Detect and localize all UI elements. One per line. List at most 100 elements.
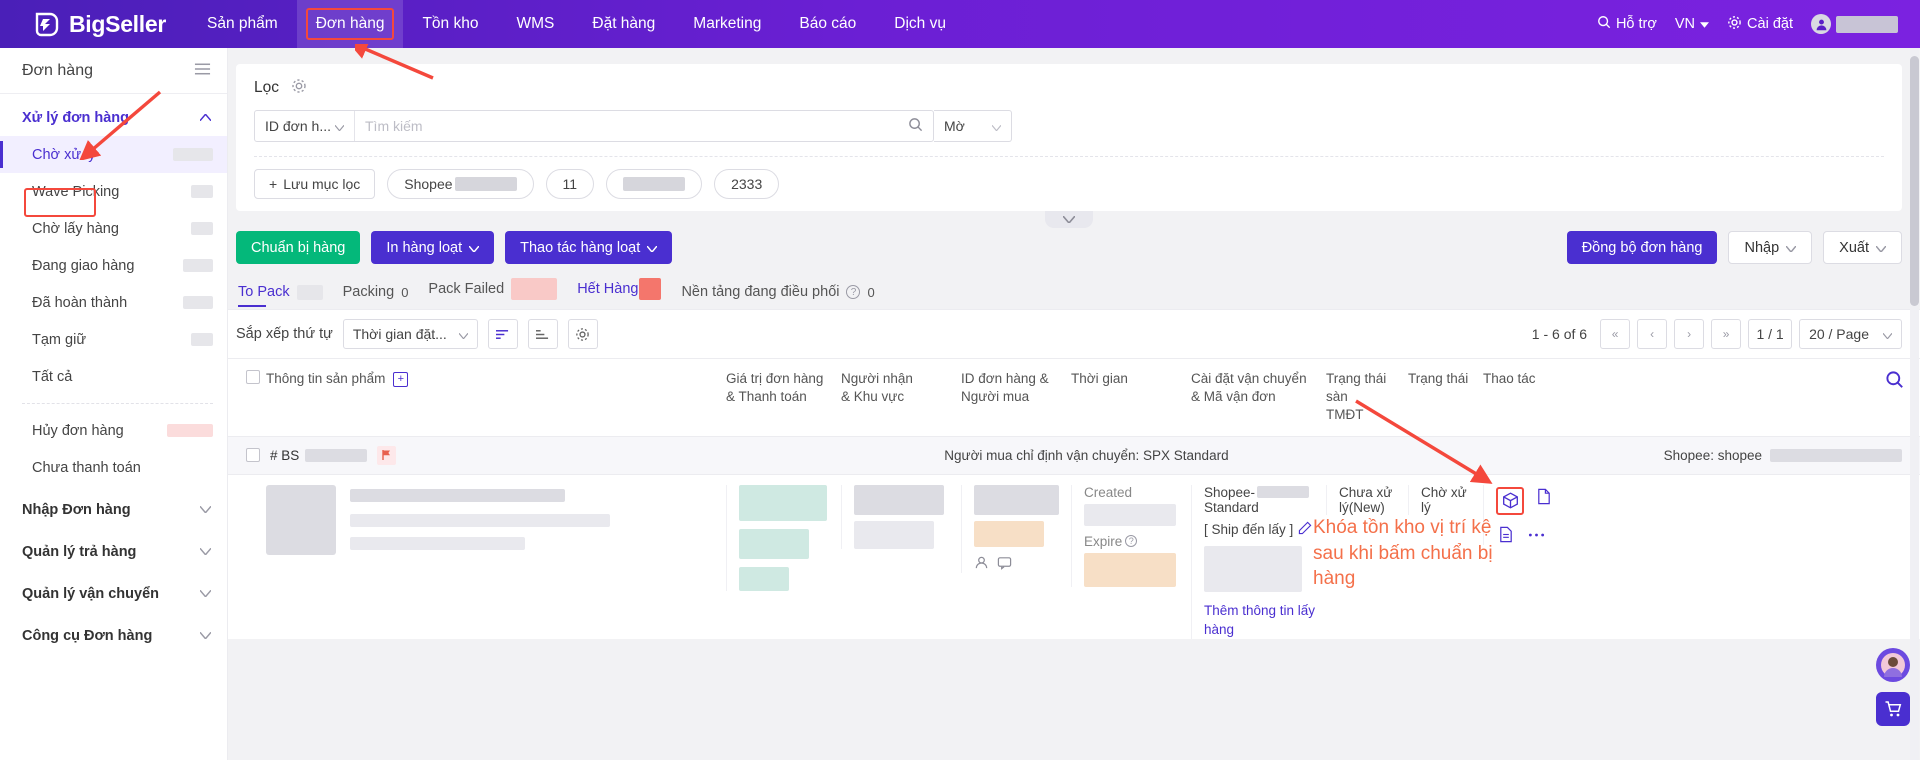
column-label-line1: ID đơn hàng & bbox=[961, 371, 1049, 386]
bulk-print-button[interactable]: In hàng loạt bbox=[371, 231, 495, 264]
tab-packing[interactable]: Packing 0 bbox=[341, 284, 427, 309]
nav-item-services[interactable]: Dịch vụ bbox=[875, 0, 965, 48]
filter-chip-shopee[interactable]: Shopee bbox=[387, 169, 534, 199]
tab-to-pack[interactable]: To Pack bbox=[236, 284, 341, 309]
row-checkbox[interactable] bbox=[246, 448, 260, 463]
status-badge: Chờ xử lý bbox=[1421, 484, 1467, 515]
buyer-profile-icon[interactable] bbox=[974, 555, 989, 573]
search-icon[interactable] bbox=[898, 117, 933, 136]
sidebar-group-cong-cu-don-hang[interactable]: Công cụ Đơn hàng bbox=[0, 612, 227, 654]
brand-logo[interactable]: BigSeller bbox=[0, 11, 188, 38]
sidebar-item-chua-thanh-toan[interactable]: Chưa thanh toán bbox=[0, 449, 227, 486]
column-label-line2: & Thanh toán bbox=[726, 389, 807, 405]
nav-item-orders[interactable]: Đơn hàng bbox=[296, 0, 404, 48]
sort-ascending-button[interactable] bbox=[527, 319, 558, 349]
nav-item-products[interactable]: Sản phẩm bbox=[188, 0, 297, 48]
import-button[interactable]: Nhập bbox=[1728, 231, 1813, 264]
sidebar-item-huy-don-hang[interactable]: Hủy đơn hàng bbox=[0, 412, 227, 449]
bulk-operations-button[interactable]: Thao tác hàng loạt bbox=[505, 231, 673, 264]
expand-columns-icon[interactable]: + bbox=[393, 371, 409, 387]
sidebar-item-da-hoan-thanh[interactable]: Đã hoàn thành bbox=[0, 284, 227, 321]
add-pickup-info-link[interactable]: Thêm thông tin lấy hàng bbox=[1204, 602, 1318, 640]
settings-button[interactable]: Cài đặt bbox=[1727, 15, 1793, 34]
select-all-checkbox[interactable] bbox=[246, 370, 260, 384]
page-size-select[interactable]: 20 / Page bbox=[1799, 319, 1902, 349]
sidebar-collapse-icon[interactable] bbox=[194, 62, 211, 80]
export-button[interactable]: Xuất bbox=[1823, 231, 1902, 264]
pagination-first-button[interactable]: « bbox=[1600, 319, 1631, 349]
search-field-select[interactable]: ID đơn h... bbox=[255, 111, 355, 141]
package-icon[interactable] bbox=[1500, 491, 1520, 511]
column-label: Trạng thái bbox=[1408, 371, 1469, 386]
sidebar-item-dang-giao-hang[interactable]: Đang giao hàng bbox=[0, 247, 227, 284]
filter-chip-redacted[interactable] bbox=[606, 169, 703, 199]
sync-orders-button[interactable]: Đồng bộ đơn hàng bbox=[1566, 231, 1718, 264]
filter-search-row: ID đơn h... Mờ bbox=[254, 110, 1884, 142]
tab-pack-failed[interactable]: Pack Failed bbox=[426, 278, 575, 309]
sidebar-item-wave-picking[interactable]: Wave Picking bbox=[0, 173, 227, 210]
sidebar-group-quan-ly-tra-hang[interactable]: Quản lý trả hàng bbox=[0, 528, 227, 570]
prepare-goods-button[interactable]: Chuẩn bị hàng bbox=[236, 231, 361, 264]
flag-icon[interactable] bbox=[377, 445, 397, 465]
chevron-down-icon bbox=[334, 118, 345, 134]
filter-chip-2333[interactable]: 2333 bbox=[714, 169, 780, 199]
chevron-down-icon bbox=[1882, 326, 1893, 342]
filter-collapse-toggle[interactable] bbox=[1045, 211, 1093, 228]
pagination-prev-button[interactable]: ‹ bbox=[1637, 319, 1668, 349]
cart-button[interactable] bbox=[1876, 692, 1910, 726]
document-icon[interactable] bbox=[1534, 487, 1554, 507]
import-label: Nhập bbox=[1744, 239, 1780, 256]
cell-shipping: Shopee- Standard [ Ship đến lấy ] Thêm t… bbox=[1191, 484, 1326, 640]
chat-message-icon[interactable] bbox=[997, 555, 1012, 573]
language-label: VN bbox=[1674, 16, 1696, 32]
language-selector[interactable]: VN bbox=[1674, 16, 1710, 32]
sort-descending-button[interactable] bbox=[487, 319, 518, 349]
chevron-down-icon bbox=[468, 240, 480, 256]
nav-item-purchase[interactable]: Đặt hàng bbox=[573, 0, 674, 48]
nav-item-reports[interactable]: Báo cáo bbox=[780, 0, 875, 48]
filter-chip-redacted bbox=[454, 177, 517, 191]
search-input[interactable] bbox=[355, 118, 898, 134]
sidebar-group-order-processing[interactable]: Xử lý đơn hàng bbox=[0, 94, 227, 136]
nav-item-wms[interactable]: WMS bbox=[497, 0, 573, 48]
info-icon[interactable]: ? bbox=[846, 285, 861, 299]
user-account[interactable] bbox=[1811, 14, 1898, 34]
support-button[interactable]: Hỗ trợ bbox=[1597, 15, 1657, 33]
sidebar-item-tam-giu[interactable]: Tạm giữ bbox=[0, 321, 227, 358]
filter-chip-11[interactable]: 11 bbox=[545, 169, 595, 199]
info-icon[interactable]: ? bbox=[1125, 535, 1138, 548]
gear-icon bbox=[1727, 15, 1742, 34]
sidebar-item-tat-ca[interactable]: Tất cả bbox=[0, 358, 227, 395]
column-settings-gear-icon[interactable] bbox=[567, 319, 598, 349]
tab-platform-allocating[interactable]: Nền tảng đang điều phối ? 0 bbox=[679, 284, 892, 309]
edit-shipping-icon[interactable] bbox=[1298, 521, 1312, 538]
plus-icon: + bbox=[269, 176, 278, 192]
nav-item-marketing[interactable]: Marketing bbox=[674, 0, 780, 48]
tab-count-redacted bbox=[639, 278, 662, 300]
column-label: Thời gian bbox=[1071, 371, 1128, 386]
sidebar-group-quan-ly-van-chuyen[interactable]: Quản lý vận chuyển bbox=[0, 570, 227, 612]
annotation-note-line3: hàng bbox=[1313, 568, 1356, 590]
sidebar-item-label: Đã hoàn thành bbox=[32, 294, 128, 311]
sidebar-item-cho-lay-hang[interactable]: Chờ lấy hàng bbox=[0, 210, 227, 247]
search-mode-select[interactable]: Mờ bbox=[934, 110, 1012, 142]
sort-field-select[interactable]: Thời gian đặt... bbox=[342, 319, 478, 349]
chat-support-button[interactable] bbox=[1876, 648, 1910, 682]
bulk-print-label: In hàng loạt bbox=[386, 239, 463, 256]
shop-label: Shopee: shopee bbox=[1663, 447, 1762, 463]
product-sku-redacted bbox=[350, 536, 525, 550]
pagination: 1 - 6 of 6 « ‹ › » 1 / 1 20 / Page bbox=[1532, 319, 1902, 349]
search-mode-label: Mờ bbox=[944, 118, 965, 134]
pagination-page-indicator[interactable]: 1 / 1 bbox=[1748, 319, 1793, 349]
sidebar-group-nhap-don-hang[interactable]: Nhập Đơn hàng bbox=[0, 486, 227, 528]
sidebar-item-cho-xu-ly[interactable]: Chờ xử lý bbox=[0, 136, 227, 173]
tab-het-hang[interactable]: Hết Hàng bbox=[575, 278, 679, 309]
cell-order-id bbox=[961, 484, 1071, 573]
nav-item-inventory[interactable]: Tồn kho bbox=[403, 0, 497, 48]
table-header-row: Thông tin sản phẩm + Giá trị đơn hàng & … bbox=[228, 358, 1920, 437]
pagination-next-button[interactable]: › bbox=[1674, 319, 1705, 349]
pagination-last-button[interactable]: » bbox=[1711, 319, 1742, 349]
filter-settings-gear-icon[interactable] bbox=[291, 78, 307, 98]
save-filter-button[interactable]: + Lưu mục lọc bbox=[254, 169, 376, 199]
page-scrollbar-thumb[interactable] bbox=[1910, 56, 1919, 306]
